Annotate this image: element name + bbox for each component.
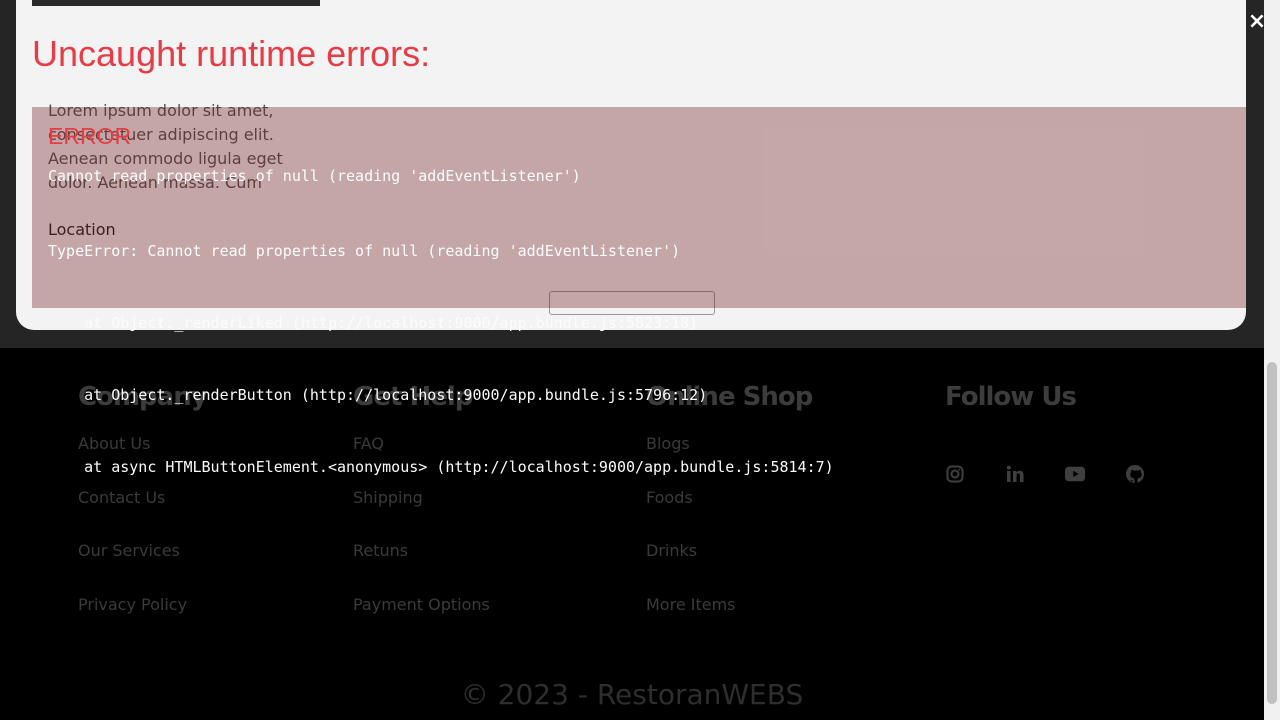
error-label: ERROR: [48, 123, 132, 149]
stack-line: at async HTMLButtonElement.<anonymous> (…: [48, 458, 834, 476]
error-overlay-title: Uncaught runtime errors:: [32, 33, 431, 74]
error-overlay-header: Uncaught runtime errors:: [0, 0, 1264, 107]
stack-line: at Object._renderLiked (http://localhost…: [48, 314, 699, 332]
error-overlay: Uncaught runtime errors: ERROR Cannot re…: [0, 0, 1264, 720]
error-message: Cannot read properties of null (reading …: [48, 167, 581, 185]
error-panel: ERROR Cannot read properties of null (re…: [32, 107, 1246, 476]
stack-line: at Object._renderButton (http://localhos…: [48, 386, 708, 404]
error-stack-trace: TypeError: Cannot read properties of nul…: [48, 191, 834, 527]
scrollbar-thumb[interactable]: [1267, 362, 1277, 704]
page-scrollbar[interactable]: [1264, 0, 1280, 720]
stack-line: TypeError: Cannot read properties of nul…: [48, 242, 681, 260]
